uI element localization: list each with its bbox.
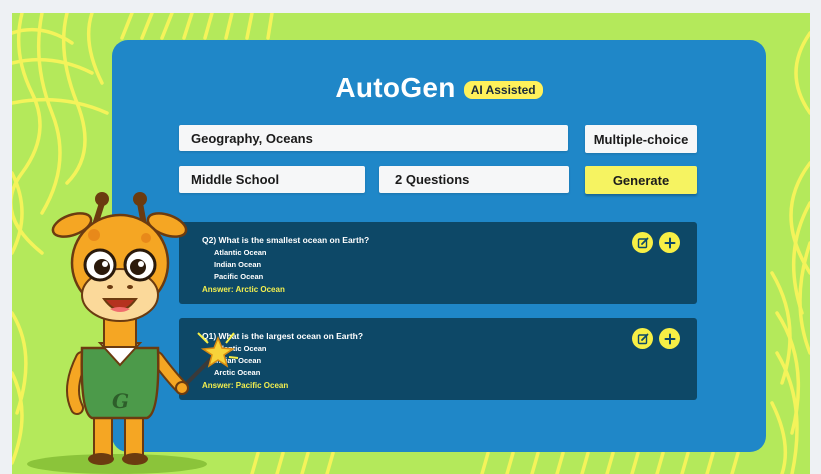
topic-input[interactable]: Geography, Oceans	[179, 125, 568, 151]
option-text: Arctic Ocean	[214, 368, 261, 377]
add-button[interactable]	[659, 328, 680, 349]
answer-text: Answer: Arctic Ocean	[202, 285, 285, 294]
question-text: Q2) What is the smallest ocean on Earth?	[202, 235, 370, 245]
app-title: AutoGen	[335, 72, 456, 103]
giraffe-mascot: G	[27, 192, 239, 474]
edit-button[interactable]	[632, 328, 653, 349]
question-card: Q2) What is the smallest ocean on Earth?…	[179, 222, 697, 304]
question-text: Q1) What is the largest ocean on Earth?	[202, 331, 364, 341]
question-type-select[interactable]: Multiple-choice	[585, 125, 697, 153]
edit-icon	[637, 237, 648, 248]
ai-assisted-badge: AI Assisted	[463, 81, 543, 99]
edit-icon	[637, 333, 648, 344]
question-count-input[interactable]: 2 Questions	[379, 166, 569, 193]
stage-background: AutoGen AI Assisted Geography, Oceans Mu…	[12, 13, 810, 474]
option-text: Indian Ocean	[214, 260, 262, 269]
add-button[interactable]	[659, 232, 680, 253]
option-text: Indian Ocean	[214, 356, 262, 365]
edit-button[interactable]	[632, 232, 653, 253]
plus-icon	[664, 237, 675, 248]
answer-text: Answer: Pacific Ocean	[202, 381, 289, 390]
option-text: Atlantic Ocean	[214, 248, 267, 257]
option-text: Pacific Ocean	[214, 272, 264, 281]
title-row: AutoGen AI Assisted	[112, 70, 766, 106]
generate-button[interactable]: Generate	[585, 166, 697, 194]
question-card: Q1) What is the largest ocean on Earth? …	[179, 318, 697, 400]
option-text: Atlantic Ocean	[214, 344, 267, 353]
vest-letter: G	[112, 389, 129, 413]
plus-icon	[664, 333, 675, 344]
